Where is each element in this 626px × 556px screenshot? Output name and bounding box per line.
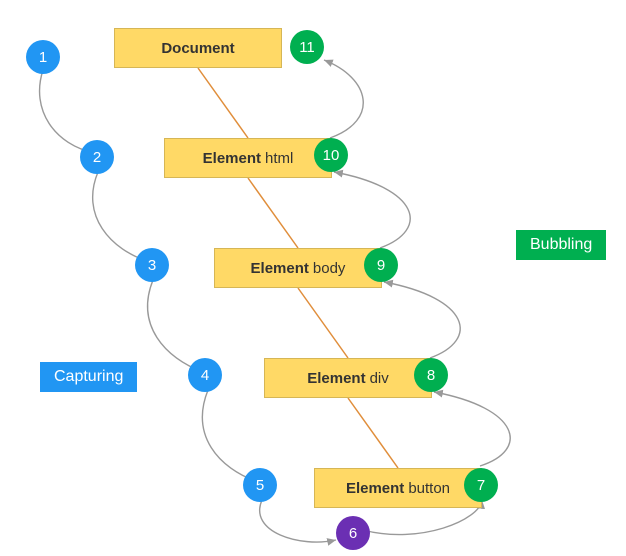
step-7: 7	[464, 468, 498, 502]
node-body: Element body	[214, 248, 382, 288]
node-button-reg: button	[408, 480, 450, 497]
step-8: 8	[414, 358, 448, 392]
step-10: 10	[314, 138, 348, 172]
step-9: 9	[364, 248, 398, 282]
node-div-bold: Element	[307, 370, 365, 387]
node-document-bold: Document	[161, 40, 234, 57]
label-bubbling: Bubbling	[516, 230, 606, 260]
label-capturing: Capturing	[40, 362, 137, 392]
node-div-reg: div	[370, 370, 389, 387]
node-html-reg: html	[265, 150, 293, 167]
step-6: 6	[336, 516, 370, 550]
node-document: Document	[114, 28, 282, 68]
step-5: 5	[243, 468, 277, 502]
node-div: Element div	[264, 358, 432, 398]
step-4: 4	[188, 358, 222, 392]
node-body-bold: Element	[251, 260, 309, 277]
step-2: 2	[80, 140, 114, 174]
step-1: 1	[26, 40, 60, 74]
node-button-bold: Element	[346, 480, 404, 497]
node-button: Element button	[314, 468, 482, 508]
node-html-bold: Element	[203, 150, 261, 167]
step-11: 11	[290, 30, 324, 64]
node-html: Element html	[164, 138, 332, 178]
step-3: 3	[135, 248, 169, 282]
node-body-reg: body	[313, 260, 346, 277]
